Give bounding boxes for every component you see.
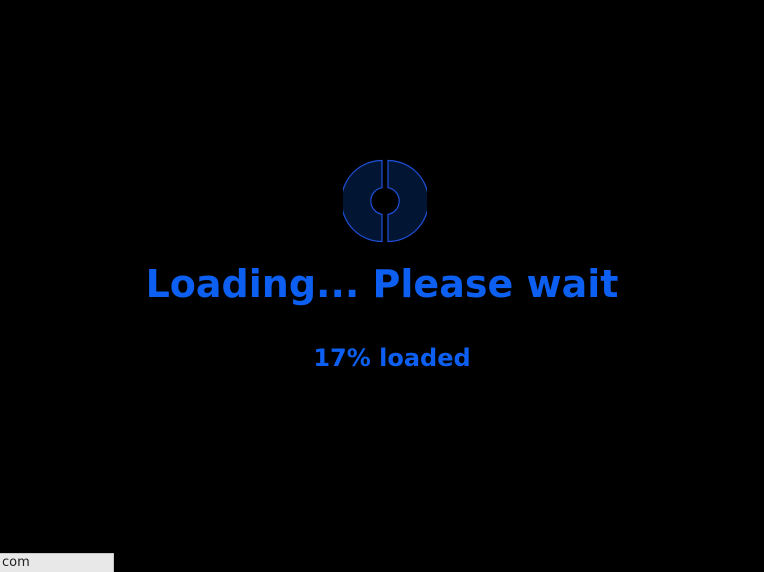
loading-spinner-icon (340, 159, 430, 243)
status-bar-text: com (2, 555, 30, 570)
loading-title: Loading... Please wait (145, 262, 619, 306)
status-bar: com (0, 553, 114, 572)
loading-progress-text: 17% loaded (313, 344, 471, 372)
